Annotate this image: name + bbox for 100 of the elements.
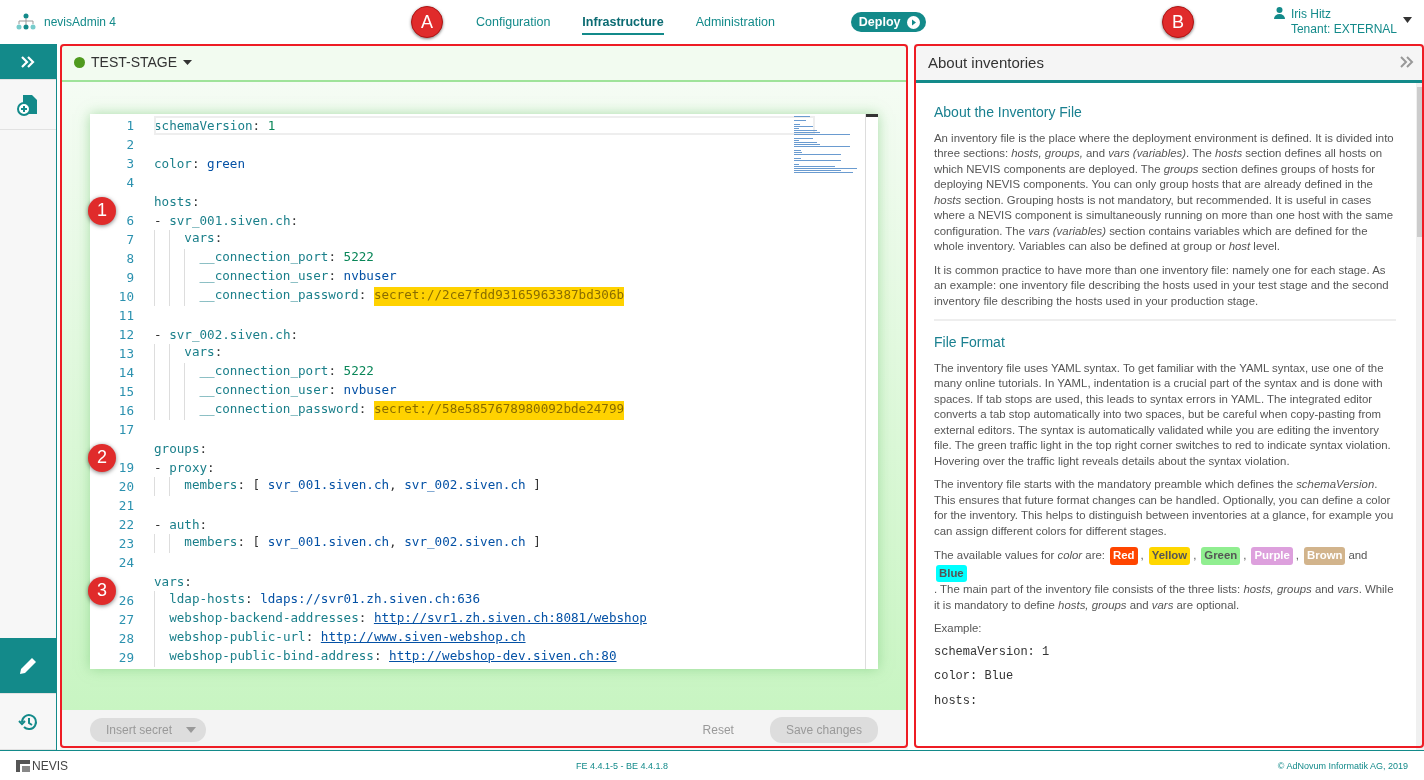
code-punctuation: : xyxy=(328,249,337,266)
code-key: color xyxy=(154,156,192,171)
line-number: 6 xyxy=(126,213,134,228)
sidebar-button[interactable] xyxy=(0,44,56,80)
user-icon xyxy=(1273,7,1285,19)
sidebar-button[interactable] xyxy=(0,638,56,694)
reset-button[interactable]: Reset xyxy=(696,722,740,738)
line-number: 22 xyxy=(118,517,134,532)
stage-dropdown[interactable]: TEST-STAGE xyxy=(91,54,193,70)
color-tag: Green xyxy=(1201,547,1241,565)
code-key: svr_001.siven.ch xyxy=(169,213,291,228)
deploy-button[interactable]: Deploy xyxy=(850,12,926,32)
history-icon xyxy=(18,711,38,732)
line-number: 16 xyxy=(118,403,134,418)
line-number: 24 xyxy=(118,555,134,570)
code-example-line: schemaVersion: 1 xyxy=(934,644,1051,660)
code-punctuation: : xyxy=(199,441,208,456)
brand-logo-icon xyxy=(16,760,30,772)
code-punctuation: , xyxy=(389,534,398,551)
code-value: svr_002.siven.ch xyxy=(404,534,526,551)
code-value: svr_002.siven.ch xyxy=(404,477,526,494)
code-key: members xyxy=(184,534,238,553)
tenant-label: Tenant: EXTERNAL xyxy=(1290,22,1397,37)
brand-name: NEVIS xyxy=(32,759,68,773)
code-key: __connection_password xyxy=(199,401,359,420)
help-paragraph: An inventory file is the place where the deployment environment is defined. It is divided into three sections: hosts, groups, and vars (variables). The hosts section defines all hosts on which NEVIS components are deployed. The groups section defines groups of hosts for deploying NEVIS components. You can only group hosts that are already defined in the hosts section. Grouping hosts is not mandatory, but recommended. It is useful in cases where a NEVIS component is simultaneously running on more than one host with the same configuration. The vars (variables) section contains variables which are defined for the whole inventory. Variables can also be defined at group or host level. xyxy=(934,130,1395,254)
line-number: 15 xyxy=(118,384,134,399)
code-link[interactable]: http://webshop-dev.siven.ch:80 xyxy=(389,648,617,667)
caret-icon xyxy=(186,727,197,733)
code-key: proxy xyxy=(169,460,208,475)
collapse-icon[interactable] xyxy=(1400,56,1414,68)
code-key: groups xyxy=(154,441,200,456)
line-number: 19 xyxy=(118,460,134,475)
code-link[interactable]: http://www.siven-webshop.ch xyxy=(320,629,526,648)
code-punctuation: : xyxy=(207,460,215,475)
line-number: 26 xyxy=(118,593,134,608)
callout-badge: 3 xyxy=(88,576,116,605)
line-number: 17 xyxy=(118,422,134,437)
line-number: 11 xyxy=(118,308,134,323)
code-punctuation: : xyxy=(305,629,315,646)
caret-icon[interactable] xyxy=(1403,17,1412,23)
code-punctuation: ] xyxy=(532,477,541,494)
code-punctuation: : xyxy=(358,287,368,304)
nav-tab[interactable]: Administration xyxy=(695,9,775,35)
user-name[interactable]: Iris Hitz xyxy=(1290,7,1397,22)
code-key: __connection_port xyxy=(199,363,329,382)
code-key: __connection_user xyxy=(199,268,329,287)
copyright-text: © AdNovum Informatik AG, 2019 xyxy=(1277,761,1408,771)
nav-tab[interactable]: Configuration xyxy=(476,9,551,35)
help-paragraph: The inventory file starts with the mandatory preamble which defines the schemaVersion. This ensures that future format changes can be handled. Optionally, you can define a color for the inventory. This helps to distinguish between inventories at a glance, for example you can assign different colors for different stages. xyxy=(934,477,1395,539)
code-punctuation: , xyxy=(389,477,398,494)
help-text: Example: xyxy=(934,621,983,636)
code-punctuation: - xyxy=(154,213,163,228)
line-number: 12 xyxy=(118,327,134,342)
code-key: auth xyxy=(169,517,200,532)
line-number: 29 xyxy=(118,650,134,665)
code-link[interactable]: http://svr1.zh.siven.ch:8081/webshop xyxy=(373,610,647,629)
code-key: webshop-public-bind-address xyxy=(169,648,374,667)
code-editor[interactable] xyxy=(90,114,878,669)
scrollbar[interactable] xyxy=(865,114,878,669)
code-example-line: hosts: xyxy=(934,693,979,709)
section-heading: About the Inventory File xyxy=(934,105,1083,121)
code-key: ldap-hosts xyxy=(169,591,245,610)
code-value: nvbuser xyxy=(343,268,397,285)
line-number: 4 xyxy=(126,175,134,190)
code-key: __connection_user xyxy=(199,382,329,401)
code-value: svr_001.siven.ch xyxy=(267,477,390,494)
line-number: 27 xyxy=(118,612,134,627)
line-number: 9 xyxy=(126,270,134,285)
code-punctuation: : xyxy=(245,591,254,608)
code-key: svr_002.siven.ch xyxy=(169,327,291,342)
help-paragraph: The inventory file uses YAML syntax. To get familiar with the YAML syntax, use one of the many online tutorials. In YAML, indentation is a crucial part of the syntax and is done with spaces. If tab stops are used, this leads to syntax errors in YAML. The integrated editor converts a tab stop automatically into two spaces, but be careful when copy-pasting from external editors. The syntax is automatically validated while you are editing the inventory file. The green traffic light in the top right corner switches to red to indicate syntax violation. Hovering over the traffic light reveals details about the syntax violation. xyxy=(934,360,1392,469)
code-value: svr_001.siven.ch xyxy=(267,534,390,551)
line-number: 23 xyxy=(118,536,134,551)
scrollbar[interactable] xyxy=(1416,83,1424,750)
help-paragraph: . The main part of the inventory file consists of the three lists: hosts, groups and vars. While it is mandatory to define hosts, groups and vars are optional. xyxy=(934,582,1395,613)
app-logo-icon xyxy=(16,13,36,31)
color-tag: Yellow xyxy=(1148,547,1191,565)
nav-tab[interactable]: Infrastructure xyxy=(582,9,664,35)
line-number: 28 xyxy=(118,631,134,646)
callout-badge: 2 xyxy=(88,443,116,472)
line-number: 21 xyxy=(118,498,134,513)
code-punctuation: : [ xyxy=(237,477,262,494)
code-key: schemaVersion xyxy=(154,118,253,133)
code-key: webshop-backend-addresses xyxy=(169,610,359,629)
code-punctuation: : xyxy=(290,213,299,228)
section-heading: File Format xyxy=(934,335,1006,351)
code-punctuation: : xyxy=(214,344,223,361)
code-key: hosts xyxy=(154,194,192,209)
separator-text: and xyxy=(1348,548,1368,563)
code-example-line: color: Blue xyxy=(934,669,1015,685)
code-punctuation: - xyxy=(154,517,163,532)
add-file-icon xyxy=(16,92,40,117)
callout-badge: A xyxy=(411,6,443,38)
line-number: 1 xyxy=(126,118,134,133)
code-punctuation: - xyxy=(154,460,163,475)
app-name: nevisAdmin 4 xyxy=(44,15,117,29)
play-icon xyxy=(906,15,920,29)
color-tag: Blue xyxy=(936,564,967,582)
line-number: 3 xyxy=(126,156,134,171)
